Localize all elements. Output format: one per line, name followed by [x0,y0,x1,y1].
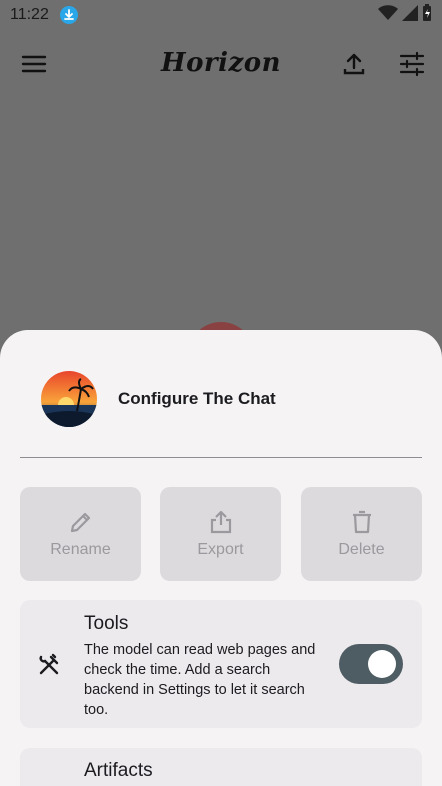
pencil-icon [68,509,94,535]
wifi-icon [378,4,398,26]
tools-card: Tools The model can read web pages and c… [20,600,422,728]
delete-label: Delete [338,541,385,558]
upload-icon[interactable] [340,50,368,78]
download-icon [60,6,78,24]
artifacts-card: Artifacts [20,748,422,786]
app-title: Horizon [161,48,281,78]
artifacts-title: Artifacts [84,760,153,781]
tools-icon [36,652,62,678]
battery-icon [422,3,432,27]
trash-icon [349,509,375,535]
delete-button[interactable]: Delete [301,487,422,581]
divider [20,457,422,458]
share-icon [208,509,234,535]
export-button[interactable]: Export [160,487,281,581]
chat-actions: Rename Export Delete [20,487,422,581]
status-bar: 11:22 [0,0,442,30]
status-time: 11:22 [10,6,49,23]
toggle-knob [368,650,396,678]
app-bar: Horizon [0,40,442,90]
sheet-header: Configure The Chat [0,330,442,458]
rename-label: Rename [50,541,111,558]
tools-description: The model can read web pages and check t… [84,642,316,718]
signal-icon [402,4,418,26]
configure-chat-sheet: Configure The Chat Rename Export Delete [0,330,442,786]
chat-avatar[interactable] [41,371,97,427]
tools-title: Tools [84,613,129,634]
tune-icon[interactable] [398,50,426,78]
export-label: Export [197,541,244,558]
tools-toggle[interactable] [339,644,403,684]
sheet-title: Configure The Chat [118,389,276,408]
rename-button[interactable]: Rename [20,487,141,581]
